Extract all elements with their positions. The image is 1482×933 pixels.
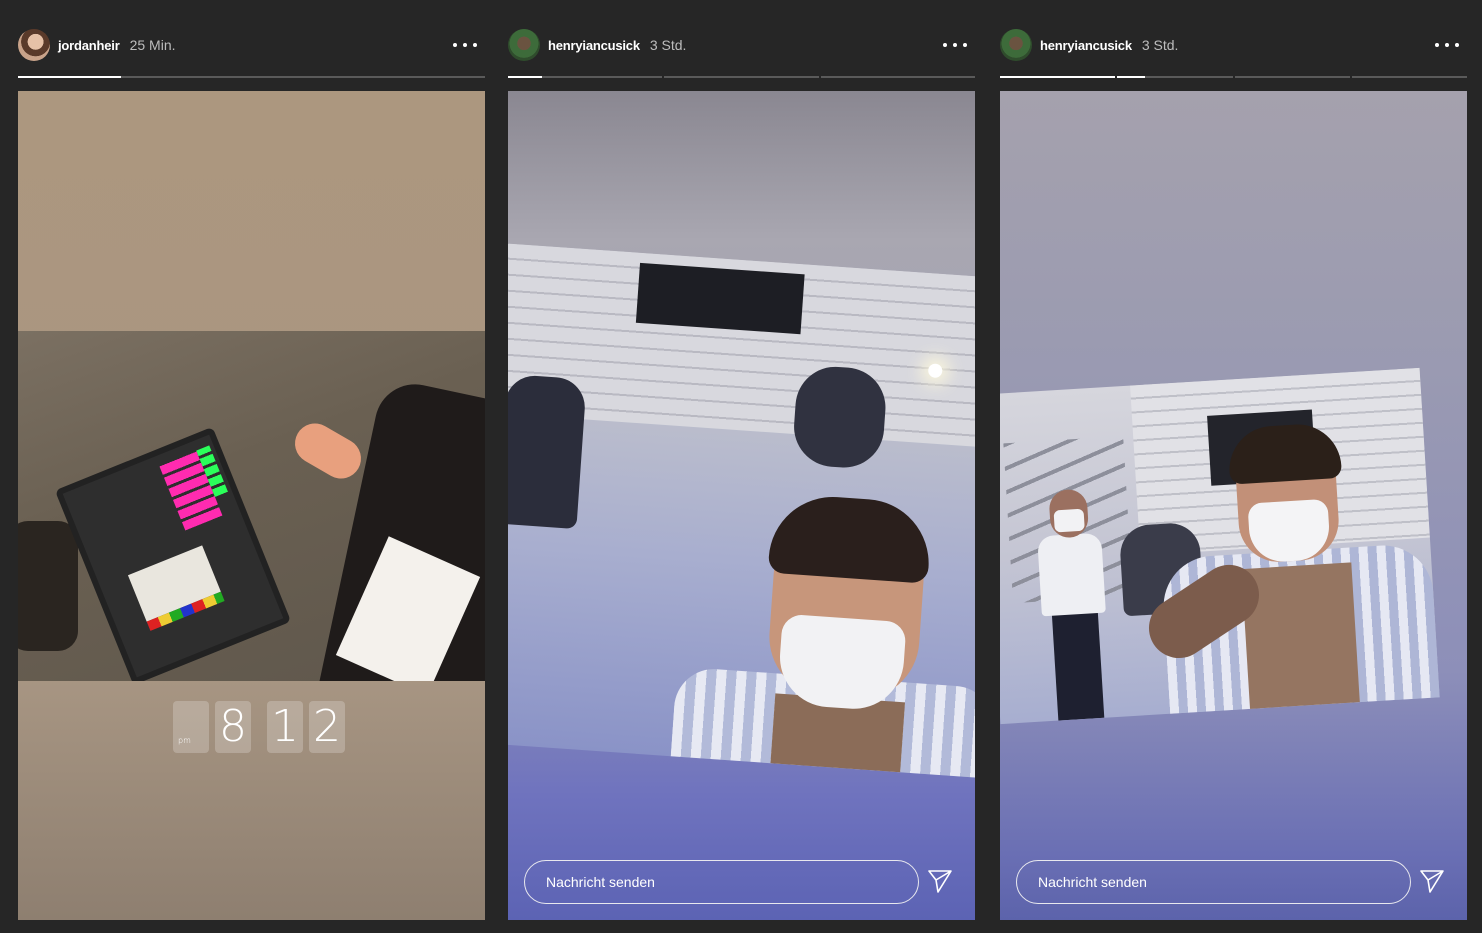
- avatar[interactable]: [508, 29, 540, 61]
- window: [635, 262, 805, 335]
- story-media[interactable]: Nachricht senden: [508, 91, 975, 920]
- story-card-2[interactable]: henryiancusick 3 Std. Nachricht senden: [508, 0, 975, 933]
- timestamp: 25 Min.: [129, 37, 176, 53]
- username[interactable]: jordanheir: [58, 38, 120, 53]
- message-placeholder: Nachricht senden: [546, 874, 655, 890]
- clapperboard: [127, 545, 221, 622]
- more-options-icon[interactable]: [453, 36, 477, 54]
- selfie-person: [667, 492, 975, 779]
- progress-segment: [1234, 76, 1350, 78]
- story-header: jordanheir 25 Min.: [18, 28, 485, 62]
- progress-fill: [508, 76, 542, 78]
- send-icon[interactable]: [926, 867, 954, 895]
- equipment-case: [54, 426, 292, 681]
- sneaker: [287, 416, 369, 486]
- timestamp: 3 Std.: [649, 37, 687, 53]
- chair: [791, 364, 889, 471]
- progress-fill: [1000, 76, 1116, 78]
- bag: [18, 521, 78, 651]
- story-photo: [508, 243, 975, 779]
- story-photo: [18, 331, 485, 681]
- clock-minute-digit-2: 2: [309, 701, 345, 753]
- clock-minute-digit-1: 1: [267, 701, 303, 753]
- progress-segment: [1117, 76, 1233, 78]
- selfie-person: [1153, 421, 1440, 719]
- story-progress: [18, 76, 485, 78]
- clock-hour-digit: 8: [215, 701, 251, 753]
- message-input[interactable]: Nachricht senden: [524, 860, 919, 904]
- progress-fill: [18, 76, 121, 78]
- story-header: henryiancusick 3 Std.: [1000, 28, 1467, 62]
- seated-person: [508, 373, 587, 530]
- story-media[interactable]: pm 8 1 2: [18, 91, 485, 920]
- standing-woman: [1026, 487, 1121, 724]
- progress-fill: [1117, 76, 1145, 78]
- progress-segment: [664, 76, 819, 78]
- more-options-icon[interactable]: [1435, 36, 1459, 54]
- username[interactable]: henryiancusick: [1040, 38, 1132, 53]
- send-icon[interactable]: [1418, 867, 1446, 895]
- story-media[interactable]: Nachricht senden: [1000, 91, 1467, 920]
- story-photo: [1000, 367, 1440, 725]
- story-progress: [1000, 76, 1467, 78]
- progress-segment: [508, 76, 663, 78]
- timestamp: 3 Std.: [1141, 37, 1179, 53]
- message-input[interactable]: Nachricht senden: [1016, 860, 1411, 904]
- time-sticker: pm 8 1 2: [173, 701, 345, 753]
- story-progress: [508, 76, 975, 78]
- story-header: henryiancusick 3 Std.: [508, 28, 975, 62]
- clock-meridiem: pm: [173, 701, 209, 753]
- progress-segment: [1351, 76, 1467, 78]
- more-options-icon[interactable]: [943, 36, 967, 54]
- progress-segment: [18, 76, 485, 78]
- story-card-1[interactable]: jordanheir 25 Min. pm 8 1 2: [18, 0, 485, 933]
- avatar[interactable]: [18, 29, 50, 61]
- story-card-3[interactable]: henryiancusick 3 Std. Nachricht senden: [1000, 0, 1467, 933]
- username[interactable]: henryiancusick: [548, 38, 640, 53]
- progress-segment: [1000, 76, 1116, 78]
- progress-segment: [820, 76, 975, 78]
- avatar[interactable]: [1000, 29, 1032, 61]
- message-placeholder: Nachricht senden: [1038, 874, 1147, 890]
